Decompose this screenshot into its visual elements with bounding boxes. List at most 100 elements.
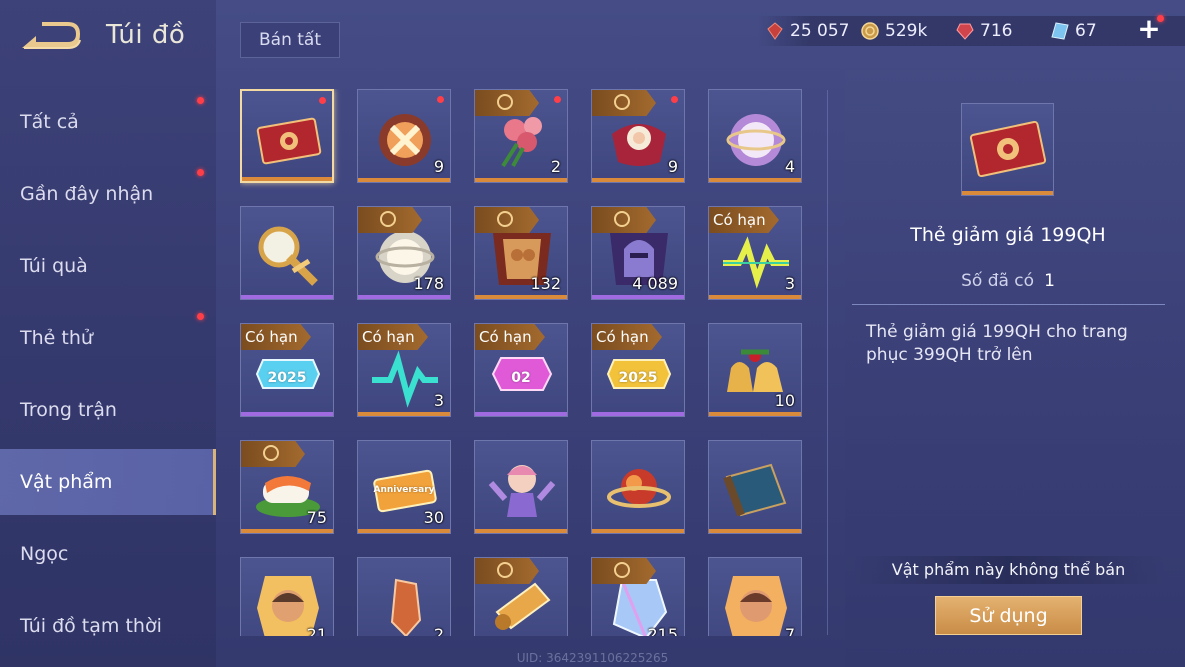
item-slot[interactable] (240, 89, 334, 183)
currency-gold: 529k (861, 16, 927, 46)
coin-icon (497, 94, 513, 110)
notification-dot (671, 96, 678, 103)
currency-ruby: 716 (956, 16, 1012, 46)
item-slot[interactable]: Có hạn 3 (357, 323, 451, 417)
crystal-shard-icon (390, 578, 422, 636)
use-button[interactable]: Sử dụng (935, 596, 1082, 635)
rarity-bar (241, 529, 333, 533)
category-label: Túi quà (20, 255, 88, 277)
rarity-bar (241, 295, 333, 299)
item-slot[interactable]: 75 (240, 440, 334, 534)
scroll-map-icon (723, 463, 787, 517)
item-slot[interactable]: 10 (708, 323, 802, 417)
item-grid: 9 2 9 4 178 132 4 089 Có hạn 3 2025 Có hạn Có hạn 3 0… (240, 89, 810, 636)
planet-ring-icon (607, 469, 671, 508)
coin-icon (497, 211, 513, 227)
item-quantity: 7 (784, 625, 795, 636)
premium-tag (475, 207, 539, 233)
item-slot[interactable]: 2025 Có hạn (240, 323, 334, 417)
chibi-hero-icon (488, 465, 556, 517)
back-button[interactable] (20, 18, 82, 56)
category-label: Gần đây nhận (20, 183, 154, 205)
coin-icon (614, 211, 630, 227)
panel-divider (827, 90, 828, 635)
item-slot[interactable]: Có hạn 3 (708, 206, 802, 300)
item-slot[interactable] (474, 440, 568, 534)
currency-gold-value: 529k (885, 21, 928, 41)
item-slot[interactable]: 2025 Có hạn (591, 323, 685, 417)
item-quantity: 132 (530, 274, 561, 293)
item-slot[interactable] (474, 557, 568, 636)
limited-tag: Có hạn (709, 207, 779, 233)
rarity-bar (475, 178, 567, 182)
category-5[interactable]: Trong trận (0, 377, 216, 443)
premium-tag (475, 558, 539, 584)
item-quantity: 9 (433, 157, 444, 176)
item-quantity: 2 (433, 625, 444, 636)
item-slot[interactable] (708, 440, 802, 534)
premium-tag (592, 207, 656, 233)
item-slot[interactable]: 132 (474, 206, 568, 300)
page-title: Túi đồ (106, 20, 186, 50)
premium-tag (241, 441, 305, 467)
pink-orb-icon (726, 114, 786, 166)
item-slot[interactable]: Anniversary 30 (357, 440, 451, 534)
red-gem-icon (766, 22, 784, 40)
item-slot[interactable]: 4 089 (591, 206, 685, 300)
item-slot[interactable]: 9 (591, 89, 685, 183)
category-label: Vật phẩm (20, 471, 113, 493)
category-2[interactable]: Gần đây nhận (0, 161, 216, 227)
category-label: Tất cả (20, 111, 79, 133)
item-quantity: 4 089 (632, 274, 678, 293)
category-8[interactable]: Túi đồ tạm thời (0, 593, 216, 659)
premium-tag (358, 207, 422, 233)
category-1[interactable]: Tất cả (0, 89, 216, 155)
rarity-bar (475, 529, 567, 533)
item-slot[interactable]: 4 (708, 89, 802, 183)
notification-dot (554, 96, 561, 103)
badge-text: 02 (511, 370, 531, 386)
category-label: Túi đồ tạm thời (20, 615, 162, 637)
notification-dot (197, 313, 204, 320)
category-7[interactable]: Ngọc (0, 521, 216, 587)
item-slot[interactable]: 02 Có hạn (474, 323, 568, 417)
coin-icon (263, 445, 279, 461)
coin-icon (380, 211, 396, 227)
discount-card-icon (969, 120, 1047, 178)
rarity-bar (592, 529, 684, 533)
rarity-bar (475, 295, 567, 299)
rarity-bar (709, 412, 801, 416)
category-6[interactable]: Vật phẩm (0, 449, 216, 515)
item-slot[interactable] (591, 440, 685, 534)
coin-icon (614, 94, 630, 110)
premium-tag (592, 558, 656, 584)
item-slot[interactable]: 2 (357, 557, 451, 636)
premium-tag (592, 90, 656, 116)
item-slot[interactable] (240, 206, 334, 300)
sell-all-button[interactable]: Bán tất (240, 22, 340, 58)
limited-tag: Có hạn (592, 324, 662, 350)
detail-item-icon (961, 103, 1054, 196)
item-quantity: 3 (784, 274, 795, 293)
item-quantity: 2 (550, 157, 561, 176)
item-slot[interactable]: 7 (708, 557, 802, 636)
ruby-icon (956, 22, 974, 40)
category-4[interactable]: Thẻ thử (0, 305, 216, 371)
rarity-bar (709, 178, 801, 182)
item-slot[interactable]: 178 (357, 206, 451, 300)
limited-tag: Có hạn (241, 324, 311, 350)
rarity-bar (475, 412, 567, 416)
item-slot[interactable]: 21 (240, 557, 334, 636)
currency-ruby-value: 716 (980, 21, 1013, 41)
item-slot[interactable]: 215 (591, 557, 685, 636)
item-quantity: 10 (774, 391, 795, 410)
item-quantity: 215 (647, 625, 678, 636)
item-slot[interactable]: 9 (357, 89, 451, 183)
badge-text: 2025 (267, 370, 307, 386)
notification-dot (437, 96, 444, 103)
item-quantity: 178 (413, 274, 444, 293)
item-slot[interactable]: 2 (474, 89, 568, 183)
add-currency-button[interactable]: + (1137, 15, 1161, 43)
category-label: Thẻ thử (20, 327, 93, 349)
category-3[interactable]: Túi quà (0, 233, 216, 299)
